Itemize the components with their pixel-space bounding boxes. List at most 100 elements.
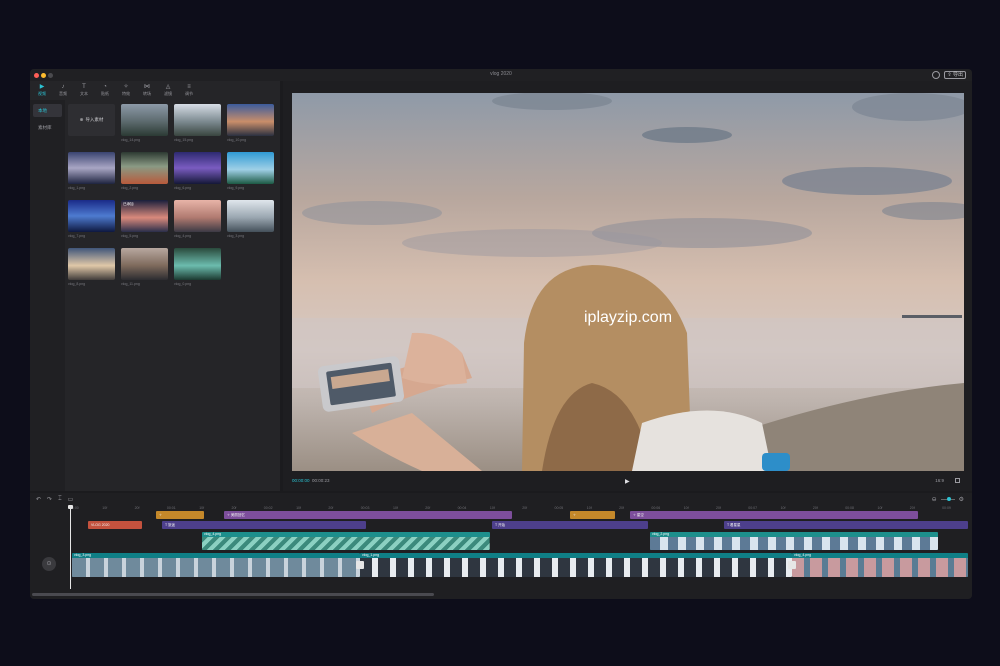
zoom-out-icon[interactable]: ⊖ [932, 496, 937, 503]
tab-label: 视频 [38, 91, 46, 96]
media-item[interactable]: vlog_2.png [121, 152, 168, 191]
tab-2[interactable]: T 文本 [74, 81, 94, 99]
media-thumbnail[interactable] [227, 104, 274, 136]
effect-clip[interactable]: ✧ 美丽回忆 [224, 511, 512, 519]
main-video-clip[interactable]: vlog_1.png [360, 553, 792, 577]
media-item[interactable]: vlog_0.png [174, 248, 221, 287]
media-filename: vlog_15.png [174, 138, 194, 142]
cover-icon[interactable]: ⊙ [42, 557, 56, 571]
media-item[interactable]: vlog_14.png [121, 104, 168, 143]
media-thumbnail[interactable] [121, 248, 168, 280]
overlay-clip[interactable]: vlog_4.png [202, 532, 490, 550]
ruler-tick: 20f [425, 506, 431, 510]
ruler-tick: 00:04 [457, 506, 467, 510]
category-tabs: ▶ 视频 ♪ 音频 T 文本 ◔ 贴纸 ✧ 特效 ⋈ 转场 ◬ 滤镜 ≡ 调节 [30, 81, 280, 99]
ruler-tick: 00:07 [748, 506, 758, 510]
current-time: 00:00:00 [292, 478, 310, 483]
tab-label: 调节 [185, 91, 193, 96]
ruler-tick: 10f [683, 506, 689, 510]
media-filename: vlog_8.png [68, 282, 86, 286]
main-video-clip[interactable]: vlog_4.png [792, 553, 968, 577]
media-filename: vlog_7.png [68, 234, 86, 238]
media-item[interactable]: vlog_8.png [68, 248, 115, 287]
tab-label: 特效 [122, 91, 130, 96]
play-icon[interactable]: ▶ [625, 478, 630, 485]
import-media-cell[interactable]: ⊕ 导入素材 [68, 104, 115, 136]
media-thumbnail[interactable] [68, 248, 115, 280]
import-media-button[interactable]: ⊕ 导入素材 [68, 104, 115, 136]
sidenav-item-library[interactable]: 素材库 [33, 121, 62, 134]
timeline-scrollbar[interactable] [32, 593, 434, 596]
ruler-tick: 20f [134, 506, 140, 510]
media-item[interactable]: vlog_15.png [174, 104, 221, 143]
tab-6[interactable]: ◬ 滤镜 [158, 81, 178, 99]
media-thumbnail[interactable] [68, 200, 115, 232]
video-preview[interactable]: iplayzip.com [292, 93, 964, 471]
media-item[interactable]: vlog_3.png [227, 200, 274, 239]
media-item[interactable]: vlog_9.png [227, 152, 274, 191]
delete-icon[interactable]: ▭ [68, 496, 74, 503]
import-label: 导入素材 [85, 117, 104, 122]
transition-marker[interactable] [788, 561, 796, 569]
undo-icon[interactable]: ↶ [36, 496, 41, 503]
tab-1[interactable]: ♪ 音频 [53, 81, 73, 99]
text-clip-title[interactable]: VLOG 2020 [88, 521, 142, 529]
text-clip[interactable]: T 开始 [492, 521, 648, 529]
clip-frames [792, 558, 968, 577]
media-thumbnail[interactable] [174, 248, 221, 280]
media-thumbnail[interactable] [227, 152, 274, 184]
media-filename: vlog_2.png [121, 186, 139, 190]
media-thumbnail[interactable] [174, 104, 221, 136]
media-item[interactable]: 已添加 vlog_5.png [121, 200, 168, 239]
media-thumbnail[interactable] [121, 104, 168, 136]
tab-5[interactable]: ⋈ 转场 [137, 81, 157, 99]
app-window: vlog 2020 ⇪ 导出 ▶ 视频 ♪ 音频 T 文本 ◔ 贴纸 ✧ 特效 ⋈ 转场 ◬ 滤镜 ≡ 调节 … [30, 69, 972, 599]
main-video-clip[interactable]: vlog_3.png [72, 553, 360, 577]
redo-icon[interactable]: ↷ [47, 496, 52, 503]
media-item[interactable]: vlog_11.png [121, 248, 168, 287]
effect-clip[interactable]: ✧ 星空 [630, 511, 918, 519]
media-item[interactable]: vlog_1.png [68, 152, 115, 191]
media-filename: vlog_1.png [68, 186, 86, 190]
effect-clip[interactable]: ✧ [156, 511, 204, 519]
media-item[interactable]: vlog_6.png [174, 152, 221, 191]
sidenav-item-local[interactable]: 本地 [33, 104, 62, 117]
media-thumbnail[interactable]: 已添加 [121, 200, 168, 232]
text-clip[interactable]: T 旅途 [162, 521, 366, 529]
help-icon[interactable] [932, 71, 941, 79]
media-item[interactable]: vlog_7.png [68, 200, 115, 239]
tab-3[interactable]: ◔ 贴纸 [95, 81, 115, 99]
playhead[interactable] [68, 505, 73, 589]
overlay-clip[interactable]: vlog_2.png [650, 532, 938, 550]
media-sidenav: 本地 素材库 [30, 100, 65, 491]
media-item[interactable]: vlog_4.png [174, 200, 221, 239]
playhead-handle[interactable] [68, 505, 73, 509]
fullscreen-icon[interactable] [955, 478, 960, 483]
tab-icon: ≡ [187, 84, 191, 90]
media-thumbnail[interactable] [174, 200, 221, 232]
export-button[interactable]: ⇪ 导出 [944, 71, 966, 79]
media-filename: vlog_4.png [174, 234, 192, 238]
tab-icon: ◬ [165, 84, 171, 90]
media-thumbnail[interactable] [121, 152, 168, 184]
tab-icon: ♪ [61, 84, 65, 90]
ruler-tick: 20f [231, 506, 237, 510]
media-thumbnail[interactable] [227, 200, 274, 232]
media-item[interactable]: vlog_10.png [227, 104, 274, 143]
text-clip[interactable]: T 看星星 [724, 521, 968, 529]
tab-0[interactable]: ▶ 视频 [32, 81, 52, 99]
media-thumbnail[interactable] [174, 152, 221, 184]
split-icon[interactable]: ⌶ [58, 496, 62, 503]
effect-clip[interactable]: ✧ [570, 511, 615, 519]
zoom-slider[interactable] [940, 497, 955, 501]
media-filename: vlog_3.png [227, 234, 245, 238]
aspect-ratio-selector[interactable]: 16:9 [935, 478, 944, 483]
settings-icon[interactable]: ⚙ [959, 496, 964, 503]
tab-7[interactable]: ≡ 调节 [179, 81, 199, 99]
transition-marker[interactable] [356, 561, 364, 569]
media-thumbnail[interactable] [68, 152, 115, 184]
ruler-tick: 20f [812, 506, 818, 510]
tab-4[interactable]: ✧ 特效 [116, 81, 136, 99]
ruler-tick: 00:02 [263, 506, 273, 510]
zoom-slider-knob[interactable] [946, 497, 951, 501]
